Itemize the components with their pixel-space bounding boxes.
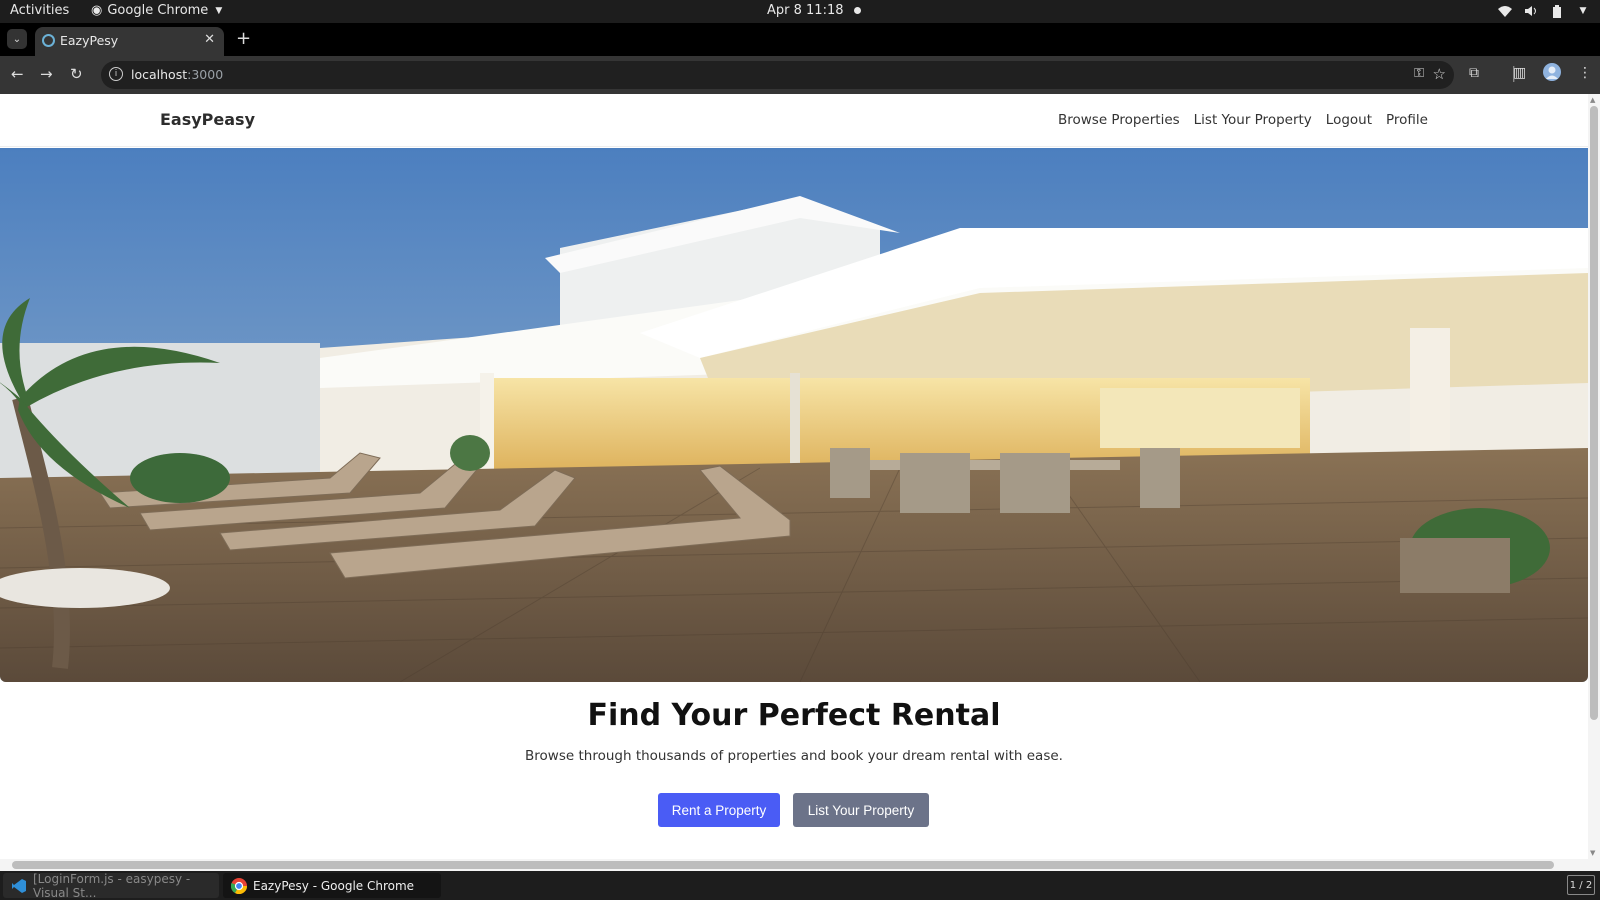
side-panel-icon[interactable]: ▥ [1513, 65, 1526, 81]
hero-subheadline: Browse through thousands of properties a… [525, 748, 1063, 764]
reload-button[interactable]: ↻ [70, 65, 83, 83]
password-key-icon[interactable]: ⚿ [1414, 66, 1424, 81]
tab-strip: ⌄ EazyPesy ✕ + [0, 23, 1600, 56]
app-menu-label: Google Chrome [107, 3, 209, 18]
clock-text: Apr 8 11:18 [767, 3, 844, 18]
system-tray[interactable]: ▼ [1498, 4, 1590, 18]
forward-button[interactable]: → [40, 65, 53, 83]
system-top-bar: Activities ◉ Google Chrome ▼ Apr 8 11:18… [0, 0, 1600, 23]
nav-list-your-property[interactable]: List Your Property [1194, 112, 1312, 128]
address-bar[interactable]: i localhost:3000 ⚿ ☆ [101, 61, 1454, 89]
close-tab-icon[interactable]: ✕ [204, 32, 215, 47]
wifi-icon [1498, 4, 1512, 18]
taskbar-item-label: EazyPesy - Google Chrome [253, 878, 415, 893]
tab-search-button[interactable]: ⌄ [7, 29, 27, 49]
site-nav-links: Browse Properties List Your Property Log… [1058, 112, 1428, 128]
browser-toolbar: ← → ↻ i localhost:3000 ⚿ ☆ ⧉ | ▥ ⋮ [0, 56, 1600, 94]
react-favicon-icon [42, 34, 55, 47]
battery-icon [1550, 4, 1564, 18]
system-menu-chevron-icon: ▼ [1579, 6, 1587, 16]
back-button[interactable]: ← [11, 65, 24, 83]
new-tab-button[interactable]: + [236, 28, 251, 49]
chrome-icon: ◉ [91, 3, 103, 18]
nav-logout[interactable]: Logout [1326, 112, 1372, 128]
workspace-indicator[interactable]: 1 / 2 [1567, 875, 1595, 895]
notification-dot-icon [853, 7, 861, 14]
url-text: localhost:3000 [131, 67, 224, 82]
scroll-up-icon[interactable]: ▲ [1590, 96, 1595, 104]
nav-profile[interactable]: Profile [1386, 112, 1428, 128]
horizontal-scrollbar[interactable] [0, 859, 1600, 871]
site-info-icon[interactable]: i [109, 67, 123, 81]
list-your-property-button[interactable]: List Your Property [793, 793, 929, 827]
clock[interactable]: Apr 8 11:18 [767, 3, 861, 18]
chrome-icon [231, 877, 247, 894]
app-menu[interactable]: ◉ Google Chrome ▼ [91, 3, 222, 18]
taskbar-item-vscode[interactable]: [LoginForm.js - easypesy - Visual St... [3, 871, 219, 900]
vscode-icon [11, 878, 27, 894]
site-brand[interactable]: EasyPeasy [160, 110, 255, 129]
scroll-down-icon[interactable]: ▼ [1590, 849, 1595, 857]
taskbar-item-label: [LoginForm.js - easypesy - Visual St... [33, 871, 191, 900]
page-viewport: EasyPeasy Browse Properties List Your Pr… [0, 94, 1600, 871]
extensions-icon[interactable]: ⧉ [1469, 65, 1479, 81]
tab-eazypesy[interactable]: EazyPesy ✕ [35, 27, 224, 56]
horizontal-scroll-thumb[interactable] [12, 861, 1554, 869]
vertical-scroll-thumb[interactable] [1590, 106, 1598, 720]
volume-icon [1524, 4, 1538, 18]
vertical-scrollbar[interactable]: ▲ ▼ [1588, 94, 1600, 859]
nav-browse-properties[interactable]: Browse Properties [1058, 112, 1180, 128]
site-navbar: EasyPeasy Browse Properties List Your Pr… [0, 94, 1588, 147]
taskbar-item-chrome[interactable]: EazyPesy - Google Chrome [223, 873, 441, 898]
taskbar: [LoginForm.js - easypesy - Visual St... … [0, 871, 1600, 900]
chevron-down-icon: ▼ [215, 5, 223, 16]
hero-image [0, 148, 1588, 682]
profile-avatar[interactable] [1543, 63, 1561, 85]
chrome-menu-icon[interactable]: ⋮ [1578, 65, 1592, 81]
tab-title: EazyPesy [60, 33, 119, 48]
rent-a-property-button[interactable]: Rent a Property [658, 793, 780, 827]
hero-headline: Find Your Perfect Rental [587, 698, 1001, 733]
bookmark-star-icon[interactable]: ☆ [1433, 65, 1446, 83]
activities-button[interactable]: Activities [10, 3, 69, 18]
